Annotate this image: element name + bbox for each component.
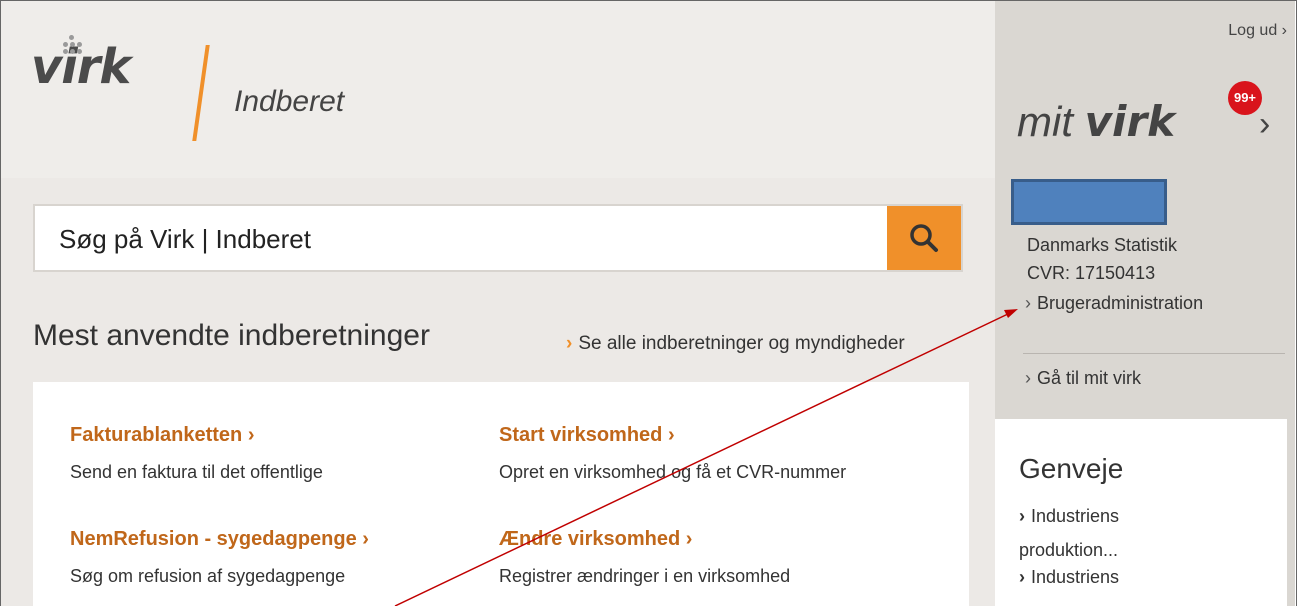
annotation-arrow <box>394 309 1018 606</box>
